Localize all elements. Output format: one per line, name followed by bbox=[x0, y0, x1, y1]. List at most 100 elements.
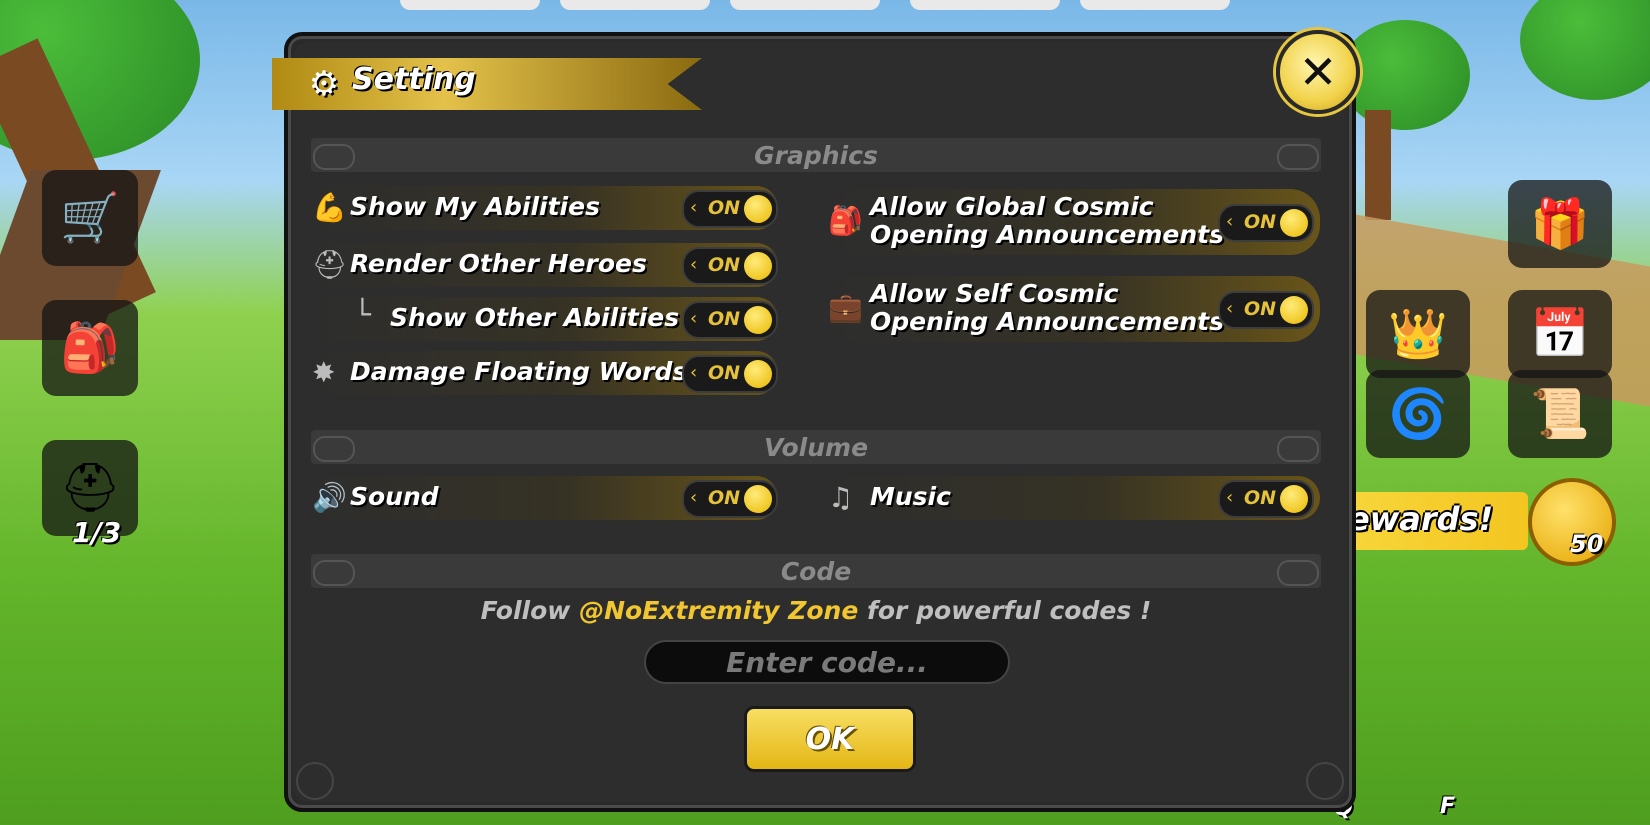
setting-label-line1: Allow Self Cosmic bbox=[870, 279, 1119, 308]
toggle-state: ON bbox=[1244, 487, 1277, 509]
toggle-state: ON bbox=[708, 308, 741, 330]
tree bbox=[1520, 0, 1650, 100]
currency-bar bbox=[560, 0, 710, 10]
setting-label: Sound bbox=[350, 482, 439, 511]
currency-bar bbox=[400, 0, 540, 10]
setting-row-show-my-abilities: 💪 Show My Abilities ‹ ON bbox=[310, 186, 778, 230]
scroll-icon: 📜 bbox=[1530, 386, 1590, 442]
section-header-graphics: Graphics bbox=[311, 138, 1321, 172]
portal-icon: 🌀 bbox=[1388, 386, 1448, 442]
ok-button[interactable]: OK bbox=[744, 706, 916, 772]
corner-ornament bbox=[296, 762, 334, 800]
code-hint-prefix: Follow bbox=[480, 596, 580, 625]
toggle-state: ON bbox=[708, 197, 741, 219]
code-input[interactable] bbox=[644, 640, 1010, 684]
music-note-icon: ♫ bbox=[828, 481, 854, 514]
setting-row-allow-global-cosmic: 🎒 Allow Global Cosmic Opening Announceme… bbox=[826, 189, 1320, 255]
setting-row-allow-self-cosmic: 💼 Allow Self Cosmic Opening Announcement… bbox=[826, 276, 1320, 342]
toggle-knob bbox=[1280, 209, 1308, 237]
inventory-button[interactable]: 🎒 bbox=[42, 300, 138, 396]
toggle-allow-self-cosmic[interactable]: ‹ ON bbox=[1218, 291, 1314, 329]
setting-row-render-other-heroes: ⛑ Render Other Heroes ‹ ON bbox=[310, 243, 778, 287]
arrow-icon: ‹ bbox=[1226, 211, 1234, 232]
calendar-icon: 📅 bbox=[1530, 306, 1590, 362]
gift-button[interactable]: 🎁 bbox=[1508, 180, 1612, 268]
toggle-state: ON bbox=[708, 487, 741, 509]
toggle-music[interactable]: ‹ ON bbox=[1218, 480, 1314, 518]
close-icon: ✕ bbox=[1298, 45, 1338, 99]
toggle-knob bbox=[1280, 296, 1308, 324]
key-f-label: F bbox=[1440, 794, 1456, 819]
arrow-icon: ‹ bbox=[690, 362, 698, 383]
arrow-icon: ‹ bbox=[1226, 298, 1234, 319]
ornament-right bbox=[1277, 436, 1319, 462]
toggle-knob bbox=[744, 306, 772, 334]
setting-label: Render Other Heroes bbox=[350, 249, 647, 278]
setting-row-sound: 🔊 Sound ‹ ON bbox=[310, 476, 778, 520]
sub-item-corner-icon: └ bbox=[354, 298, 371, 331]
shop-button[interactable]: 🛒 bbox=[42, 170, 138, 266]
summon-button[interactable]: 🌀 bbox=[1366, 370, 1470, 458]
setting-label: Damage Floating Words bbox=[350, 357, 688, 386]
quest-scroll-button[interactable]: 📜 bbox=[1508, 370, 1612, 458]
hero-count: 1/3 bbox=[72, 516, 122, 549]
arrow-icon: ‹ bbox=[690, 197, 698, 218]
toggle-allow-global-cosmic[interactable]: ‹ ON bbox=[1218, 204, 1314, 242]
corner-ornament bbox=[1306, 762, 1344, 800]
briefcase-icon: 💼 bbox=[828, 291, 863, 324]
ornament-right bbox=[1277, 144, 1319, 170]
setting-row-show-other-abilities: └ Show Other Abilities ‹ ON bbox=[310, 297, 778, 341]
toggle-damage-floating-words[interactable]: ‹ ON bbox=[682, 355, 778, 393]
currency-bar bbox=[730, 0, 880, 10]
gear-icon: ⚙ bbox=[308, 64, 340, 104]
speaker-icon: 🔊 bbox=[312, 481, 347, 514]
toggle-show-my-abilities[interactable]: ‹ ON bbox=[682, 190, 778, 228]
setting-label: Show Other Abilities bbox=[390, 303, 680, 332]
toggle-render-other-heroes[interactable]: ‹ ON bbox=[682, 247, 778, 285]
arrow-icon: ‹ bbox=[690, 254, 698, 275]
backpack-icon: 🎒 bbox=[828, 204, 863, 237]
helmet-icon: ⛑ bbox=[312, 248, 348, 281]
arrow-icon: ‹ bbox=[1226, 487, 1234, 508]
toggle-knob bbox=[744, 360, 772, 388]
toggle-knob bbox=[744, 252, 772, 280]
shopping-cart-icon: 🛒 bbox=[60, 190, 120, 246]
setting-label-line2: Opening Announcements bbox=[870, 307, 1224, 336]
section-header-volume: Volume bbox=[311, 430, 1321, 464]
toggle-knob bbox=[1280, 485, 1308, 513]
crown-icon: 👑 bbox=[1388, 306, 1448, 362]
toggle-knob bbox=[744, 485, 772, 513]
code-hint: Follow @NoExtremity Zone for powerful co… bbox=[311, 596, 1321, 625]
panel-title: Setting bbox=[352, 62, 476, 97]
toggle-show-other-abilities[interactable]: ‹ ON bbox=[682, 301, 778, 339]
toggle-state: ON bbox=[708, 254, 741, 276]
daily-calendar-button[interactable]: 📅 bbox=[1508, 290, 1612, 378]
setting-label-line2: Opening Announcements bbox=[870, 220, 1224, 249]
damage-burst-icon: ✸ bbox=[312, 356, 336, 389]
setting-label-line1: Allow Global Cosmic bbox=[870, 192, 1154, 221]
toggle-state: ON bbox=[708, 362, 741, 384]
setting-label: Music bbox=[870, 482, 951, 511]
arrow-icon: ‹ bbox=[690, 487, 698, 508]
arrow-icon: ‹ bbox=[690, 308, 698, 329]
currency-bar bbox=[910, 0, 1060, 10]
knight-helmet-icon: ⛑ bbox=[59, 460, 121, 516]
coin-count: 50 bbox=[1570, 530, 1604, 558]
tree-trunk bbox=[1365, 110, 1391, 220]
gift-icon: 🎁 bbox=[1530, 196, 1590, 252]
currency-bar bbox=[1080, 0, 1230, 10]
code-hint-handle: @NoExtremity Zone bbox=[579, 596, 859, 625]
rewards-label: ewards! bbox=[1348, 500, 1494, 538]
toggle-state: ON bbox=[1244, 298, 1277, 320]
code-hint-suffix: for powerful codes ! bbox=[858, 596, 1152, 625]
section-header-code: Code bbox=[311, 554, 1321, 588]
vip-button[interactable]: 👑 bbox=[1366, 290, 1470, 378]
muscle-arm-icon: 💪 bbox=[312, 191, 347, 224]
toggle-state: ON bbox=[1244, 211, 1277, 233]
toggle-sound[interactable]: ‹ ON bbox=[682, 480, 778, 518]
close-button[interactable]: ✕ bbox=[1276, 30, 1360, 114]
setting-label: Show My Abilities bbox=[350, 192, 600, 221]
ornament-right bbox=[1277, 560, 1319, 586]
section-title-volume: Volume bbox=[763, 433, 869, 462]
setting-row-music: ♫ Music ‹ ON bbox=[826, 476, 1320, 520]
